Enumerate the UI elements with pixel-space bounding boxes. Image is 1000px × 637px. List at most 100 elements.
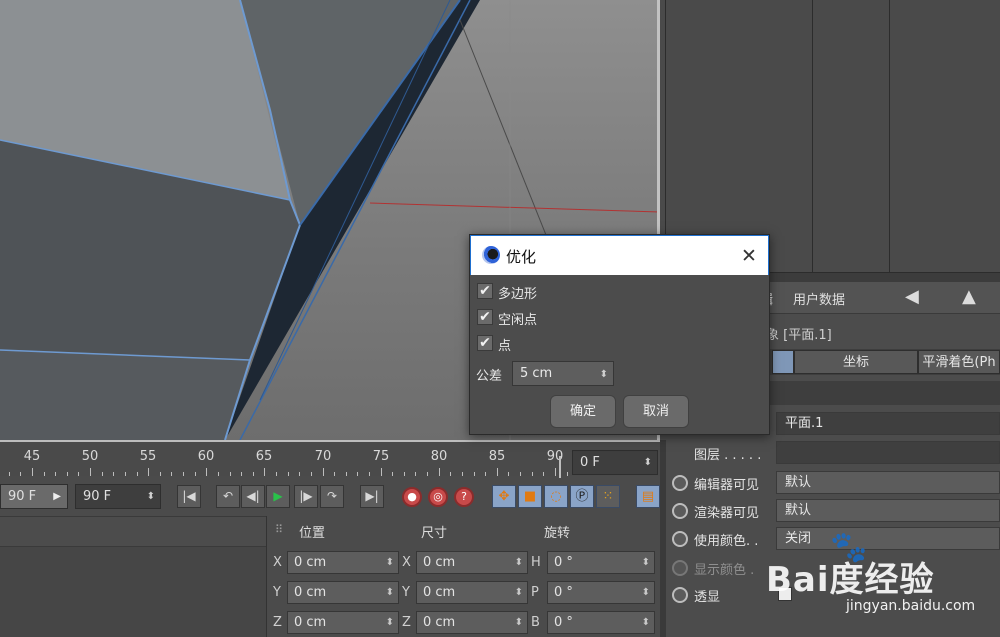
cancel-button[interactable]: 取消 (623, 395, 689, 428)
rotate-tool-icon[interactable]: ◌ (544, 485, 568, 508)
keyframe-selection-icon[interactable]: ? (454, 487, 474, 507)
tick-mark (334, 472, 336, 476)
points-label: 点 (498, 339, 512, 354)
ok-button[interactable]: 确定 (550, 395, 616, 428)
layer-field[interactable] (776, 441, 1000, 464)
editor-visible-label: 编辑器可见 (694, 478, 760, 493)
animate-radio[interactable] (672, 475, 688, 491)
tick-mark (206, 468, 208, 476)
preview-start-field[interactable]: 90 F ▶ (0, 484, 68, 509)
layer-label: 图层 . . . . . (694, 448, 762, 463)
next-frame-button[interactable]: |▶ (294, 485, 318, 508)
position-y-field[interactable]: 0 cm (287, 581, 399, 604)
axis-label: P (531, 585, 539, 600)
current-frame-field[interactable]: 0 F ⬍ (572, 450, 658, 475)
position-z-field[interactable]: 0 cm (287, 611, 399, 634)
tick-mark (124, 472, 126, 476)
tick-mark (113, 472, 115, 476)
attribute-object-title: 象 [平面.1] (766, 328, 832, 343)
record-keyframe-icon[interactable]: ● (402, 487, 422, 507)
position-x-field[interactable]: 0 cm (287, 551, 399, 574)
rotation-b-field[interactable]: 0 ° (547, 611, 655, 634)
tab-coordinates[interactable]: 坐标 (794, 350, 918, 374)
material-toolbar (0, 517, 266, 547)
tick-mark (485, 472, 487, 476)
play-button[interactable]: ▶ (266, 485, 290, 508)
tick-mark (276, 472, 278, 476)
tick-label: 60 (197, 449, 215, 464)
go-to-start-button[interactable]: |◀ (177, 485, 201, 508)
tick-mark (8, 472, 10, 476)
size-z-field[interactable]: 0 cm (416, 611, 528, 634)
pla-grid-icon[interactable]: ⁙ (596, 485, 620, 508)
unused-points-checkbox[interactable]: ✔ (477, 309, 493, 325)
auto-key-icon[interactable]: ◎ (428, 487, 448, 507)
back-arrow-icon[interactable]: ◀ (905, 286, 919, 307)
tick-mark (159, 472, 161, 476)
attr-row-render-visible: 渲染器可见 默认 (660, 498, 1000, 524)
axis-label: Z (273, 615, 282, 630)
tick-mark (264, 468, 266, 476)
tick-mark (450, 472, 452, 476)
unused-points-label: 空闲点 (498, 313, 538, 328)
render-visible-label: 渲染器可见 (694, 506, 760, 521)
next-key-icon[interactable]: ↷ (320, 485, 344, 508)
tick-mark (78, 472, 80, 476)
previous-key-icon[interactable]: ↶ (216, 485, 240, 508)
tolerance-input[interactable]: 5 cm (512, 361, 614, 386)
tick-mark (496, 468, 498, 476)
tick-mark (520, 472, 522, 476)
tick-mark (461, 472, 463, 476)
tick-mark (554, 468, 556, 476)
tick-mark (415, 472, 417, 476)
rotation-header: 旋转 (544, 526, 571, 541)
animate-radio[interactable] (672, 531, 688, 547)
menu-user-data[interactable]: 用户数据 (793, 289, 845, 308)
previous-frame-button[interactable]: ◀| (241, 485, 265, 508)
size-x-field[interactable]: 0 cm (416, 551, 528, 574)
rotation-h-field[interactable]: 0 ° (547, 551, 655, 574)
rotation-p-field[interactable]: 0 ° (547, 581, 655, 604)
position-header: 位置 (299, 526, 326, 541)
timeline-end-marker[interactable] (559, 456, 561, 478)
close-icon[interactable]: ✕ (739, 246, 759, 266)
spinner-arrows-icon[interactable]: ⬍ (147, 485, 155, 508)
dialog-title: 优化 (506, 248, 537, 266)
tick-mark (43, 472, 45, 476)
timeline-ruler[interactable]: 45 50 55 60 65 70 75 80 85 90 (0, 440, 660, 478)
timeline-icon[interactable]: ▤ (636, 485, 660, 508)
preview-end-field[interactable]: 90 F ⬍ (75, 484, 161, 509)
tab-basic[interactable] (772, 350, 794, 374)
size-y-field[interactable]: 0 cm (416, 581, 528, 604)
dialog-titlebar[interactable]: 优化 ✕ (470, 235, 769, 275)
panel-divider (660, 440, 666, 637)
render-visible-select[interactable]: 默认 (776, 499, 1000, 522)
name-field[interactable]: 平面.1 (776, 412, 1000, 435)
tab-phong[interactable]: 平滑着色(Ph (918, 350, 1000, 374)
current-frame-value: 0 F (580, 455, 600, 470)
axis-label: X (273, 555, 282, 570)
points-checkbox[interactable]: ✔ (477, 335, 493, 351)
pointer-up-icon[interactable]: ▲ (962, 286, 976, 307)
editor-visible-select[interactable]: 默认 (776, 471, 1000, 494)
polygons-checkbox[interactable]: ✔ (477, 283, 493, 299)
spinner-arrows-icon[interactable]: ⬍ (644, 451, 652, 474)
optimize-dialog: 优化 ✕ ✔ 多边形 ✔ 空闲点 ✔ 点 公差 5 cm 确定 取消 (469, 234, 770, 435)
move-tool-icon[interactable]: ✥ (492, 485, 516, 508)
animate-radio[interactable] (672, 503, 688, 519)
material-manager[interactable] (0, 516, 266, 637)
scale-tool-icon[interactable]: ■ (518, 485, 542, 508)
parameter-icon[interactable]: Ⓟ (570, 485, 594, 508)
animate-radio[interactable] (672, 587, 688, 603)
axis-label: Y (402, 585, 410, 600)
tick-mark (90, 468, 92, 476)
attr-row-editor-visible: 编辑器可见 默认 (660, 470, 1000, 496)
grip-icon: ⠿ (275, 523, 284, 536)
arrow-right-icon[interactable]: ▶ (53, 485, 61, 508)
tick-mark (392, 472, 394, 476)
panel-divider (812, 0, 813, 272)
animate-radio[interactable] (672, 560, 688, 576)
tick-mark (368, 472, 370, 476)
tick-mark (566, 472, 568, 476)
go-to-end-button[interactable]: ▶| (360, 485, 384, 508)
